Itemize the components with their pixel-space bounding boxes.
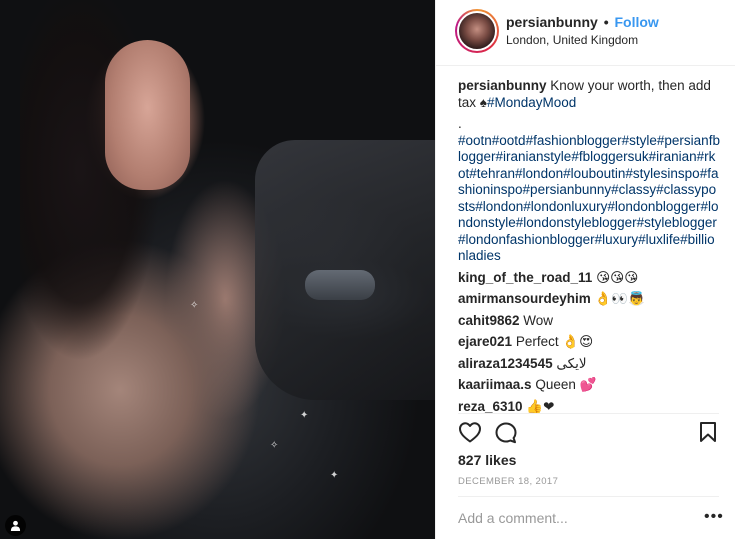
photo-door-handle — [305, 270, 375, 300]
caption-username[interactable]: persianbunny — [458, 78, 547, 93]
post-author-line: persianbunny • Follow — [506, 14, 659, 30]
comment-item: kaariimaa.s Queen 💕 — [458, 377, 720, 394]
comment-text: 👍❤ — [522, 398, 555, 414]
post-header: persianbunny • Follow London, United Kin… — [436, 0, 735, 66]
caption: persianbunny Know your worth, then add t… — [458, 78, 720, 111]
comment-text: Wow — [519, 312, 554, 328]
avatar[interactable] — [457, 11, 497, 51]
comment-text: 😘😘😘 — [592, 269, 639, 285]
comment-item: king_of_the_road_11 😘😘😘 — [458, 270, 720, 287]
comment-text: Perfect 👌😍 — [512, 334, 594, 349]
follow-button[interactable]: Follow — [614, 14, 658, 30]
heart-icon[interactable] — [458, 421, 482, 448]
comment-username[interactable]: amirmansourdeyhim — [458, 291, 591, 306]
sparkle-icon: ✧ — [270, 440, 279, 451]
post-photo[interactable]: ✦ ✧ ✦ ✧ — [0, 0, 435, 539]
comment-item: reza_6310 👍❤ — [458, 399, 720, 414]
comment-username[interactable]: king_of_the_road_11 — [458, 270, 592, 285]
post-author-username[interactable]: persianbunny — [506, 14, 598, 30]
post-details-panel: persianbunny • Follow London, United Kin… — [435, 0, 735, 539]
user-tag-button[interactable] — [5, 515, 26, 536]
comment-bubble-icon[interactable] — [494, 421, 518, 450]
action-bar — [458, 421, 720, 447]
comment-username[interactable]: cahit9862 — [458, 313, 520, 328]
sparkle-icon: ✧ — [190, 300, 199, 311]
caption-hashtags[interactable]: #ootn#ootd#fashionblogger#style#persianf… — [458, 133, 720, 265]
caption-dot: . — [458, 116, 462, 131]
comment-username[interactable]: aliraza1234545 — [458, 356, 553, 371]
person-icon — [10, 520, 21, 531]
divider — [458, 413, 719, 414]
photo-face — [105, 40, 190, 190]
sparkle-icon: ✦ — [300, 410, 309, 421]
comment-username[interactable]: ejare021 — [458, 334, 512, 349]
comment-text: Queen 💕 — [531, 377, 597, 392]
comment-item: ejare021 Perfect 👌😍 — [458, 334, 720, 351]
comment-item: amirmansourdeyhim 👌👀👼 — [458, 291, 720, 308]
bookmark-icon[interactable] — [699, 421, 717, 448]
comment-text: 👌👀👼 — [590, 291, 645, 306]
comments-list[interactable]: persianbunny Know your worth, then add t… — [458, 78, 720, 413]
comment-text: لایکی — [552, 355, 587, 371]
comment-username[interactable]: kaariimaa.s — [458, 377, 532, 392]
post-location[interactable]: London, United Kingdom — [506, 33, 638, 47]
comment-username[interactable]: reza_6310 — [458, 399, 523, 414]
more-options-button[interactable]: ••• — [704, 509, 724, 525]
caption-hashtag[interactable]: #MondayMood — [487, 95, 576, 110]
comment-item: aliraza1234545 لایکی — [458, 356, 720, 373]
divider — [458, 496, 719, 497]
avatar-story-ring[interactable] — [455, 9, 499, 53]
comment-input[interactable] — [458, 508, 688, 528]
post-date[interactable]: DECEMBER 18, 2017 — [458, 476, 558, 487]
sparkle-icon: ✦ — [330, 470, 339, 481]
comment-item: cahit9862 Wow — [458, 313, 720, 330]
separator-dot: • — [603, 14, 609, 30]
likes-count[interactable]: 827 likes — [458, 452, 516, 468]
